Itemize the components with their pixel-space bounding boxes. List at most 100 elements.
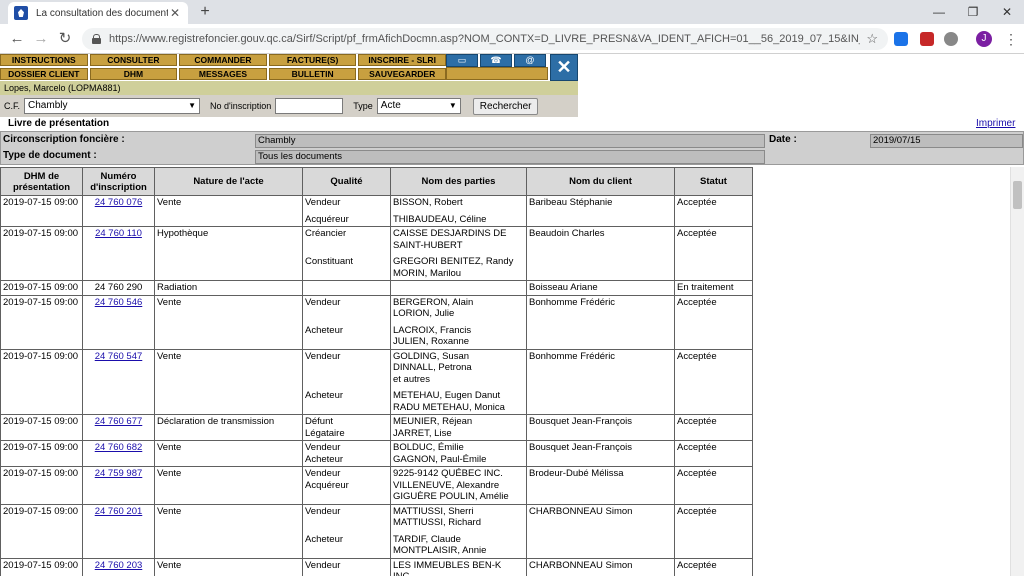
inscription-link[interactable]: 24 760 682 <box>95 442 143 453</box>
url-field[interactable]: https://www.registrefoncier.gouv.qc.ca/S… <box>82 28 888 50</box>
party-name: THIBAUDEAU, Céline <box>393 213 487 225</box>
nature-cell: Vente <box>154 348 303 415</box>
party-name: INC. <box>393 571 524 576</box>
menu-button-bulletin[interactable]: BULLETIN <box>268 68 357 80</box>
table-row: 2019-07-15 09:00 24 760 076 Vente Vendeur Ac… <box>0 195 753 227</box>
column-header: Qualité <box>302 167 391 196</box>
search-bar: C.F. Chambly ▼ No d'inscription Type Act… <box>0 95 578 117</box>
menu-button-dhm[interactable]: DHM <box>89 68 178 80</box>
extension-icon[interactable] <box>920 32 934 46</box>
back-icon[interactable]: ← <box>8 30 26 48</box>
cf-select[interactable]: Chambly ▼ <box>24 98 201 114</box>
table-row: 2019-07-15 09:00 24 760 682 Vente Vendeur Ac… <box>0 440 753 467</box>
party-name: MORIN, Marilou <box>393 267 462 279</box>
party-name: BOLDUC, Émilie <box>393 442 464 453</box>
party-name: JULIEN, Roxanne <box>393 336 470 347</box>
inscription-link[interactable]: 24 760 076 <box>95 197 143 208</box>
party-name: MATTIUSSI, Richard <box>393 517 481 528</box>
inscription-link[interactable]: 24 760 110 <box>95 228 142 239</box>
client-cell: Bousquet Jean-François <box>526 414 675 441</box>
party-name: VILLENEUVE, Alexandre <box>393 479 500 491</box>
column-header: Nom du client <box>526 167 675 196</box>
party-name: BISSON, Robert <box>393 197 463 208</box>
menu-button-commander[interactable]: COMMANDER <box>179 54 267 66</box>
menu-button-sauvegarder[interactable]: SAUVEGARDER <box>358 68 446 80</box>
parties-cell: 9225-9142 QUÉBEC INC. VILLENEUVE, Alexand… <box>390 466 527 505</box>
restore-icon[interactable]: ❐ <box>956 0 990 24</box>
profile-avatar[interactable]: J <box>976 31 992 47</box>
party-name: METEHAU, Eugen Danut <box>393 390 501 401</box>
menu-button-consulter[interactable]: CONSULTER <box>89 54 178 66</box>
inscription-cell: 24 760 547 <box>82 348 155 415</box>
nature-cell: Vente <box>154 195 303 227</box>
menu-row: DOSSIER CLIENT DHM MESSAGES BULLETIN SAUVEGA… <box>0 68 446 81</box>
doc-type-label: Type de document : <box>3 150 97 161</box>
inscription-link[interactable]: 24 760 546 <box>95 297 143 308</box>
party-name: et autres <box>393 373 430 385</box>
email-icon[interactable]: @ <box>514 54 546 67</box>
menu-button-facture-s[interactable]: FACTURE(S) <box>268 54 357 66</box>
status-cell: Acceptée <box>674 414 753 441</box>
menu-button-instructions[interactable]: INSTRUCTIONS <box>0 54 88 66</box>
dropdown-arrow-icon: ▼ <box>448 101 457 110</box>
qualite-cell: Défunt Légataire <box>302 414 391 441</box>
extension-icon[interactable] <box>944 32 958 46</box>
qualite-value: Vendeur <box>305 296 341 308</box>
bookmark-star-icon[interactable]: ☆ <box>866 31 878 47</box>
forward-icon[interactable]: → <box>32 30 50 48</box>
close-tab-icon[interactable]: ✕ <box>168 6 182 20</box>
menu-button-dossier-client[interactable]: DOSSIER CLIENT <box>0 68 88 80</box>
exit-icon[interactable]: ✕ <box>550 54 578 81</box>
qualite-cell: Vendeur Acheteur <box>302 348 391 415</box>
url-text: https://www.registrefoncier.gouv.qc.ca/S… <box>109 33 861 45</box>
qualite-cell: Vendeur Acheteur <box>302 294 391 350</box>
table-row: 2019-07-15 09:00 24 760 546 Vente Vendeur A… <box>0 294 753 350</box>
tab-title: La consultation des documents d <box>36 7 168 19</box>
menu-button-messages[interactable]: MESSAGES <box>179 68 267 80</box>
scrollbar[interactable] <box>1010 167 1024 576</box>
status-cell: Acceptée <box>674 440 753 467</box>
phone-icon[interactable]: ☎ <box>480 54 512 67</box>
browser-tab[interactable]: La consultation des documents d ✕ <box>8 2 188 24</box>
table-header: DHM de présentation Numéro d'inscription N… <box>0 167 753 196</box>
inscription-link[interactable]: 24 760 201 <box>95 506 143 517</box>
browser-menu-icon[interactable]: ⋮ <box>1004 30 1018 48</box>
new-tab-icon[interactable]: + <box>196 3 214 21</box>
type-select[interactable]: Acte ▼ <box>376 98 461 114</box>
dhm-cell: 2019-07-15 09:00 <box>0 294 83 350</box>
menu-button-inscrire-slri[interactable]: INSCRIRE - SLRI <box>358 54 446 66</box>
client-cell: Bonhomme Frédéric <box>526 348 675 415</box>
reload-icon[interactable]: ↻ <box>56 30 74 48</box>
scrollbar-thumb[interactable] <box>1013 181 1022 209</box>
inscription-link[interactable]: 24 759 987 <box>95 468 143 479</box>
nature-cell: Vente <box>154 503 303 559</box>
nature-cell: Déclaration de transmission <box>154 414 303 441</box>
cf-select-value: Chambly <box>28 100 68 111</box>
party-name: DINNALL, Petrona <box>393 362 472 373</box>
party-name: SAINT-HUBERT <box>393 239 463 251</box>
table-row: 2019-07-15 09:00 24 760 547 Vente Vendeur A… <box>0 348 753 415</box>
status-cell: Acceptée <box>674 294 753 350</box>
inscription-link[interactable]: 24 760 547 <box>95 351 143 362</box>
circ-label: Circonscription foncière : <box>3 134 125 145</box>
extension-icon[interactable] <box>894 32 908 46</box>
party-name: MEUNIER, Réjean <box>393 416 473 427</box>
close-window-icon[interactable]: ✕ <box>990 0 1024 24</box>
party-name: LORION, Julie <box>393 308 455 319</box>
inscription-link[interactable]: 24 760 203 <box>95 560 143 571</box>
party-name: BERGERON, Alain <box>393 296 474 308</box>
inscription-cell: 24 760 110 <box>82 226 155 281</box>
minimize-icon[interactable]: — <box>922 0 956 24</box>
qualite-cell: Vendeur Acquéreur <box>302 466 391 505</box>
search-button[interactable]: Rechercher <box>472 97 539 115</box>
book-icon[interactable]: ▭ <box>446 54 478 67</box>
dhm-cell: 2019-07-15 09:00 <box>0 195 83 227</box>
inscription-input[interactable] <box>275 98 344 114</box>
parties-cell <box>390 280 527 296</box>
status-cell: Acceptée <box>674 466 753 505</box>
inscription-link[interactable]: 24 760 677 <box>95 416 143 427</box>
print-link[interactable]: Imprimer <box>976 118 1015 129</box>
column-header: Numéro d'inscription <box>82 167 155 196</box>
